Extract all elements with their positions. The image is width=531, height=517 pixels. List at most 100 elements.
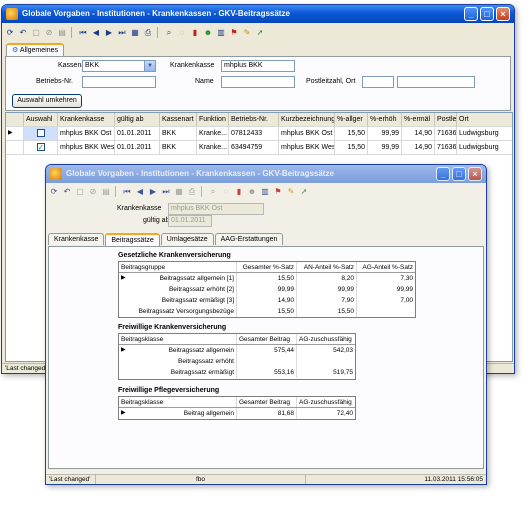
gkv-an-cell[interactable]: 99,99 [297,284,357,295]
col-header-ort[interactable]: Ort [457,113,512,126]
table-row[interactable]: Beitragssatz erhöht [2] 99,99 99,99 99,9… [119,284,415,295]
tab-aag-erstattungen[interactable]: AAG-Erstattungen [214,233,284,245]
col-header-kassenart[interactable]: Kassenart [160,113,197,126]
last-record-icon[interactable]: ⏭ [160,186,172,198]
undo-icon[interactable]: ↶ [17,27,29,39]
refresh-icon[interactable]: ⟳ [4,27,16,39]
maximize-button[interactable]: □ [480,7,494,21]
print-icon[interactable]: ⎙ [142,27,154,39]
auswahl-checkbox[interactable] [36,141,45,154]
table-icon[interactable]: ▥ [215,27,227,39]
book-icon[interactable]: ▮ [233,186,245,198]
col-header-auswahl[interactable]: Auswahl [24,113,58,126]
help-icon[interactable]: ✎ [285,186,297,198]
tab-beitragssaetze[interactable]: Beitragssätze [105,233,160,246]
save-icon[interactable]: ▤ [100,186,112,198]
col-header-krankenkasse[interactable]: Krankenkasse [58,113,115,126]
gkv-gesamt-cell[interactable]: 15,50 [237,273,297,284]
tab-allgemeines[interactable]: ⚙ Allgemeines [6,43,64,56]
gkv-an-cell[interactable]: 8,20 [297,273,357,284]
chevron-down-icon[interactable]: ▼ [144,61,155,71]
kassenart-select[interactable]: BKK ▼ [82,60,156,72]
fpv-ag-cell[interactable]: 72,40 [297,408,355,419]
gkv-ag-cell[interactable]: 7,00 [357,295,415,306]
export-icon[interactable]: ➚ [298,186,310,198]
book-icon[interactable]: ▮ [189,27,201,39]
previous-record-icon[interactable]: ◀ [90,27,102,39]
refresh-icon[interactable]: ⟳ [48,186,60,198]
table-row[interactable]: ▶ Beitragssatz allgemein [1] 15,50 8,20 7… [119,273,415,284]
gkv-gesamt-cell[interactable]: 99,99 [237,284,297,295]
table-row[interactable]: Beitragssatz ermäßigt 553,16 519,75 [119,367,355,378]
new-icon[interactable]: ▢ [74,186,86,198]
next-record-icon[interactable]: ▶ [147,186,159,198]
gkv-gesamt-cell[interactable]: 14,90 [237,295,297,306]
first-record-icon[interactable]: ⏮ [121,186,133,198]
grid-view-icon[interactable]: ▦ [173,186,185,198]
main-titlebar[interactable]: Globale Vorgaben - Institutionen - Krank… [2,5,514,23]
auswahl-checkbox[interactable] [36,129,45,138]
flag-icon[interactable]: ⚑ [272,186,284,198]
search-icon[interactable]: ⌕ [163,27,175,39]
detail-titlebar[interactable]: Globale Vorgaben - Institutionen - Krank… [46,165,486,183]
table-row[interactable]: ▶ Beitragssatz allgemein 575,44 542,03 [119,345,355,356]
fkv-ag-cell[interactable]: 542,03 [297,345,355,356]
flag-icon[interactable]: ⚑ [228,27,240,39]
gkv-an-cell[interactable]: 7,90 [297,295,357,306]
table-row[interactable]: Beitragssatz Versorgungsbezüge 15,50 15,… [119,306,415,317]
filter-icon[interactable]: ◌ [220,186,232,198]
new-icon[interactable]: ▢ [30,27,42,39]
auswahl-cell[interactable] [24,127,58,140]
col-header-betriebs-nr[interactable]: Betriebs-Nr. [229,113,279,126]
col-header-gueltig-ab[interactable]: gültig ab [115,113,160,126]
table-icon[interactable]: ▥ [259,186,271,198]
tab-umlagesaetze[interactable]: Umlagesätze [160,233,214,245]
first-record-icon[interactable]: ⏮ [77,27,89,39]
gkv-ag-cell[interactable] [357,306,415,317]
col-header-prozent-allg[interactable]: %-allger [335,113,368,126]
name-field[interactable] [221,76,295,88]
table-row[interactable]: mhplus BKK West 01.01.2011 BKK Kranke...… [6,141,512,155]
user-icon[interactable]: ☻ [246,186,258,198]
col-header-postleitzahl[interactable]: Postlei [435,113,457,126]
previous-record-icon[interactable]: ◀ [134,186,146,198]
krankenkasse-field[interactable]: mhplus BKK [221,60,295,72]
fkv-gesamt-cell[interactable] [237,356,297,367]
col-header-funktion[interactable]: Funktion [197,113,229,126]
fkv-ag-cell[interactable]: 519,75 [297,367,355,378]
minimize-button[interactable]: _ [436,167,450,181]
help-icon[interactable]: ✎ [241,27,253,39]
auswahl-cell[interactable] [24,141,58,154]
gkv-ag-cell[interactable]: 99,99 [357,284,415,295]
ort-field[interactable] [397,76,475,88]
postleitzahl-field[interactable] [362,76,394,88]
gkv-gesamt-cell[interactable]: 15,50 [237,306,297,317]
col-header-kurzbezeichnung[interactable]: Kurzbezeichnung [279,113,335,126]
close-button[interactable]: × [496,7,510,21]
col-header-prozent-ermaessigt[interactable]: %-ermäl [402,113,435,126]
table-row[interactable]: Beitragssatz erhöht [119,356,355,367]
gkv-an-cell[interactable]: 15,50 [297,306,357,317]
save-icon[interactable]: ▤ [56,27,68,39]
minimize-button[interactable]: _ [464,7,478,21]
grid-view-icon[interactable]: ▦ [129,27,141,39]
last-record-icon[interactable]: ⏭ [116,27,128,39]
close-button[interactable]: × [468,167,482,181]
fkv-gesamt-cell[interactable]: 553,16 [237,367,297,378]
betriebs-nr-field[interactable] [82,76,156,88]
tab-krankenkasse[interactable]: Krankenkasse [48,233,105,245]
maximize-button[interactable]: □ [452,167,466,181]
fkv-ag-cell[interactable] [297,356,355,367]
gkv-ag-cell[interactable]: 7,30 [357,273,415,284]
table-row[interactable]: Beitragssatz ermäßigt [3] 14,90 7,90 7,0… [119,295,415,306]
delete-icon[interactable]: ⊘ [87,186,99,198]
fkv-gesamt-cell[interactable]: 575,44 [237,345,297,356]
filter-icon[interactable]: ◌ [176,27,188,39]
user-icon[interactable]: ☻ [202,27,214,39]
table-row[interactable]: ▶ Beitrag allgemein 81,68 72,40 [119,408,355,419]
invert-selection-button[interactable]: Auswahl umkehren [12,94,82,108]
next-record-icon[interactable]: ▶ [103,27,115,39]
print-icon[interactable]: ⎙ [186,186,198,198]
table-row[interactable]: ▶ mhplus BKK Ost 01.01.2011 BKK Kranke..… [6,127,512,141]
fpv-gesamt-cell[interactable]: 81,68 [237,408,297,419]
